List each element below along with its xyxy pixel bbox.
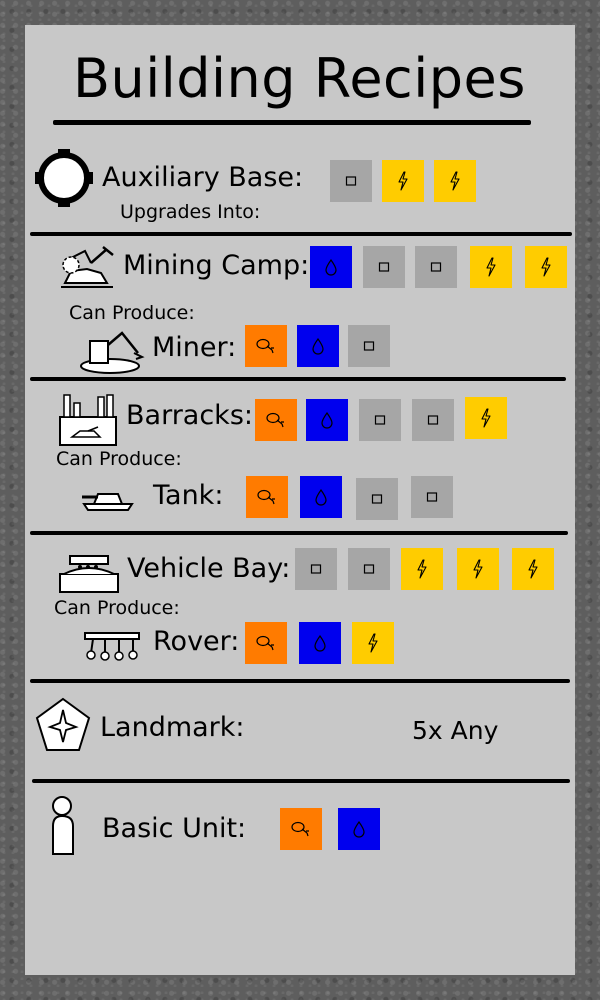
- resource-water: [338, 808, 380, 850]
- resource-food: [246, 476, 288, 518]
- page-title: Building Recipes: [73, 47, 526, 110]
- droplet-icon: [324, 258, 338, 276]
- building-name: Basic Unit:: [102, 813, 247, 844]
- resource-energy: [457, 548, 499, 590]
- resource-stone: [359, 399, 401, 441]
- resource-stone: [348, 548, 390, 590]
- square-outline-icon: [426, 413, 440, 427]
- auxiliary-base-icon: [33, 147, 95, 209]
- droplet-icon: [352, 820, 366, 838]
- mining-camp-icon: [57, 243, 117, 293]
- square-outline-icon: [429, 260, 443, 274]
- resource-stone: [363, 246, 405, 288]
- lightning-icon: [448, 171, 462, 191]
- lightning-icon: [484, 257, 498, 277]
- square-outline-icon: [377, 260, 391, 274]
- resource-water: [297, 325, 339, 367]
- landmark-cost-text: 5x Any: [412, 716, 499, 745]
- recipe-panel: Building Recipes Auxiliary Base: Upgrade…: [25, 25, 575, 975]
- unit-name: Tank:: [153, 480, 224, 511]
- square-outline-icon: [362, 562, 376, 576]
- upgrades-into-label: Upgrades Into:: [120, 201, 261, 223]
- square-outline-icon: [370, 492, 384, 506]
- section-divider: [30, 377, 566, 381]
- can-produce-label: Can Produce:: [69, 302, 195, 324]
- resource-energy: [401, 548, 443, 590]
- drumstick-icon: [255, 635, 277, 651]
- square-outline-icon: [362, 339, 376, 353]
- square-outline-icon: [373, 413, 387, 427]
- vehicle-bay-icon: [58, 552, 120, 596]
- resource-stone: [348, 325, 390, 367]
- building-name: Auxiliary Base:: [102, 162, 304, 193]
- droplet-icon: [311, 337, 325, 355]
- droplet-icon: [313, 634, 327, 652]
- resource-food: [245, 622, 287, 664]
- unit-name: Miner:: [152, 332, 237, 363]
- resource-energy: [470, 246, 512, 288]
- resource-water: [299, 622, 341, 664]
- building-name: Barracks:: [126, 400, 253, 431]
- section-divider: [30, 679, 570, 683]
- building-name: Landmark:: [100, 712, 245, 743]
- rover-icon: [83, 631, 141, 661]
- lightning-icon: [366, 633, 380, 653]
- lightning-icon: [526, 559, 540, 579]
- title-underline: [53, 120, 531, 125]
- miner-icon: [80, 327, 146, 375]
- resource-energy: [512, 548, 554, 590]
- drumstick-icon: [265, 412, 287, 428]
- resource-food: [245, 325, 287, 367]
- resource-stone: [295, 548, 337, 590]
- barracks-icon: [58, 391, 118, 447]
- lightning-icon: [415, 559, 429, 579]
- building-name: Vehicle Bay:: [127, 553, 291, 584]
- landmark-icon: [34, 696, 92, 754]
- section-divider: [32, 779, 570, 783]
- basic-unit-icon: [49, 794, 77, 856]
- resource-stone: [411, 476, 453, 518]
- resource-food: [280, 808, 322, 850]
- resource-food: [255, 399, 297, 441]
- can-produce-label: Can Produce:: [54, 597, 180, 619]
- resource-energy: [434, 160, 476, 202]
- drumstick-icon: [256, 489, 278, 505]
- resource-stone: [356, 478, 398, 520]
- resource-stone: [412, 399, 454, 441]
- lightning-icon: [539, 257, 553, 277]
- resource-energy: [382, 160, 424, 202]
- droplet-icon: [320, 411, 334, 429]
- tank-icon: [80, 482, 136, 512]
- droplet-icon: [314, 488, 328, 506]
- lightning-icon: [396, 171, 410, 191]
- building-name: Mining Camp:: [123, 250, 310, 281]
- resource-energy: [525, 246, 567, 288]
- square-outline-icon: [344, 174, 358, 188]
- lightning-icon: [471, 559, 485, 579]
- section-divider: [30, 232, 572, 236]
- resource-energy: [465, 397, 507, 439]
- drumstick-icon: [290, 821, 312, 837]
- lightning-icon: [479, 408, 493, 428]
- can-produce-label: Can Produce:: [56, 448, 182, 470]
- square-outline-icon: [309, 562, 323, 576]
- resource-water: [310, 246, 352, 288]
- resource-water: [300, 476, 342, 518]
- square-outline-icon: [425, 490, 439, 504]
- resource-stone: [415, 246, 457, 288]
- resource-energy: [352, 622, 394, 664]
- unit-name: Rover:: [153, 626, 240, 657]
- resource-water: [306, 399, 348, 441]
- drumstick-icon: [255, 338, 277, 354]
- section-divider: [30, 531, 568, 535]
- resource-stone: [330, 160, 372, 202]
